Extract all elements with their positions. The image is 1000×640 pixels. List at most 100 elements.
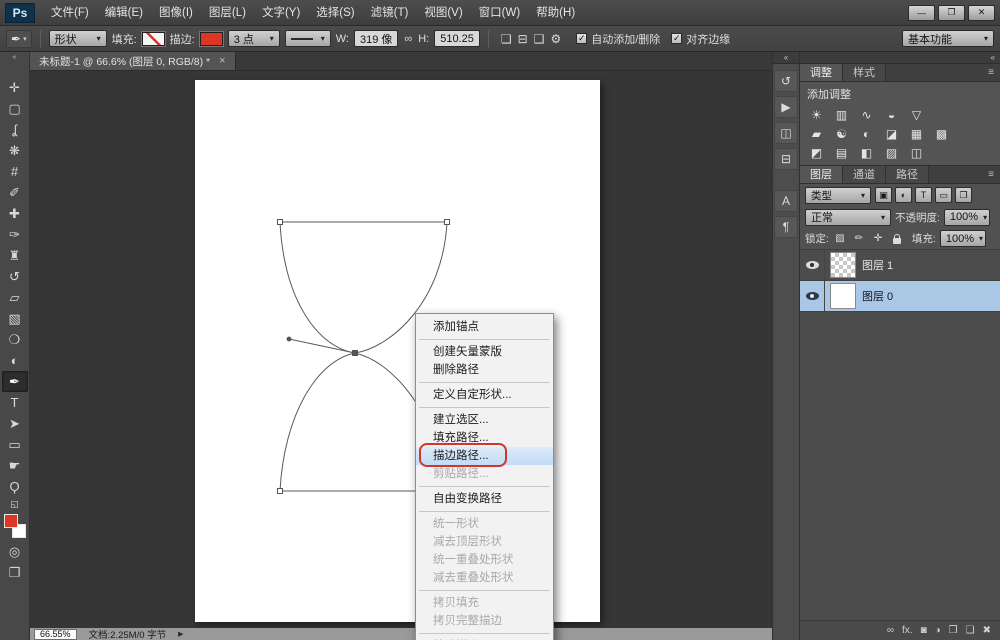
layer-thumbnail[interactable]: [830, 252, 856, 278]
tool-mode-select[interactable]: 形状: [49, 30, 107, 47]
path-arrangement-icon[interactable]: ❑: [534, 32, 545, 46]
menubar-item[interactable]: 图层(L): [201, 0, 254, 26]
lock-position-icon[interactable]: ✛: [871, 231, 885, 246]
layer-row[interactable]: 图层 0: [800, 281, 1000, 312]
hand-tool[interactable]: ☛: [2, 455, 28, 476]
geometry-options-icon[interactable]: ⚙: [550, 32, 561, 46]
character-panel-icon[interactable]: A: [774, 190, 798, 212]
quick-mask-button[interactable]: ◎: [2, 541, 28, 562]
adjustment-hue-saturation-icon[interactable]: ▰: [806, 125, 827, 142]
context-menu-item[interactable]: 填充路径...: [416, 429, 553, 447]
filter-adjustment-layers-icon[interactable]: ◐: [895, 187, 912, 203]
toolbar-collapse-button[interactable]: «: [13, 52, 17, 64]
tab-styles[interactable]: 样式: [843, 64, 886, 81]
paragraph-panel-icon[interactable]: ¶: [774, 216, 798, 238]
restore-button[interactable]: ❐: [938, 5, 965, 21]
info-panel-icon[interactable]: ◫: [774, 122, 798, 144]
adjustment-vibrance-icon[interactable]: ▽: [906, 106, 927, 123]
filter-pixel-layers-icon[interactable]: ▣: [875, 187, 892, 203]
pen-tool[interactable]: ✒: [2, 371, 28, 392]
adjustment-selective-color-icon[interactable]: ◫: [906, 144, 927, 161]
clone-stamp-tool[interactable]: ♜: [2, 245, 28, 266]
adjustment-threshold-icon[interactable]: ◧: [856, 144, 877, 161]
crop-tool[interactable]: #: [2, 161, 28, 182]
stroke-type-select[interactable]: [285, 30, 331, 47]
width-field[interactable]: 319 像: [354, 30, 398, 47]
context-menu-item[interactable]: 添加锚点: [416, 318, 553, 336]
menubar-item[interactable]: 视图(V): [416, 0, 470, 26]
dock-collapse-button[interactable]: «: [800, 52, 1000, 64]
canvas-area[interactable]: [30, 71, 772, 628]
adjustment-brightness-contrast-icon[interactable]: ☀: [806, 106, 827, 123]
adjustment-color-lookup-icon[interactable]: ▩: [931, 125, 952, 142]
delete-layer-icon[interactable]: ✖: [983, 625, 991, 636]
blend-mode-select[interactable]: 正常: [805, 209, 891, 226]
context-menu-item[interactable]: 删除路径: [416, 361, 553, 379]
new-group-icon[interactable]: ❒: [949, 625, 958, 636]
link-dimensions-icon[interactable]: ∞: [403, 33, 413, 45]
shape-tool[interactable]: ▭: [2, 434, 28, 455]
adjustment-gradient-map-icon[interactable]: ▨: [881, 144, 902, 161]
filter-smart-objects-icon[interactable]: ❒: [955, 187, 972, 203]
menubar-item[interactable]: 图像(I): [151, 0, 201, 26]
new-layer-icon[interactable]: ❏: [966, 625, 975, 636]
fill-color-swatch[interactable]: [142, 32, 165, 46]
workspace-select[interactable]: 基本功能: [902, 30, 994, 47]
healing-brush-tool[interactable]: ✚: [2, 203, 28, 224]
menubar-item[interactable]: 帮助(H): [528, 0, 583, 26]
quick-selection-tool[interactable]: ❋: [2, 140, 28, 161]
close-button[interactable]: ✕: [968, 5, 995, 21]
visibility-toggle[interactable]: [800, 250, 825, 280]
path-operations-icon[interactable]: ❏: [501, 32, 512, 46]
adjustment-color-balance-icon[interactable]: ☯: [831, 125, 852, 142]
menubar-item[interactable]: 文字(Y): [254, 0, 308, 26]
marquee-tool[interactable]: ▢: [2, 98, 28, 119]
visibility-toggle[interactable]: [800, 281, 825, 311]
auto-add-checkbox[interactable]: 自动添加/删除: [576, 31, 660, 47]
adjustment-black-white-icon[interactable]: ◐: [856, 125, 877, 142]
height-field[interactable]: 510.25: [434, 30, 480, 47]
menubar-item[interactable]: 滤镜(T): [363, 0, 417, 26]
opacity-select[interactable]: 100%: [944, 209, 990, 226]
dodge-tool[interactable]: ◐: [2, 350, 28, 371]
histogram-panel-icon[interactable]: ⊟: [774, 148, 798, 170]
tab-channels[interactable]: 通道: [843, 166, 886, 183]
adjustment-invert-icon[interactable]: ◩: [806, 144, 827, 161]
status-flyout-icon[interactable]: ▶: [178, 630, 183, 638]
blur-tool[interactable]: ❍: [2, 329, 28, 350]
link-layers-icon[interactable]: ∞: [887, 625, 894, 636]
eraser-tool[interactable]: ▱: [2, 287, 28, 308]
context-menu-item[interactable]: 自由变换路径: [416, 490, 553, 508]
eyedropper-tool[interactable]: ✐: [2, 182, 28, 203]
layer-filter-select[interactable]: 类型: [805, 187, 871, 204]
context-menu-item[interactable]: 建立选区...: [416, 411, 553, 429]
context-menu-item[interactable]: 描边路径...: [416, 447, 553, 465]
context-menu-item[interactable]: 创建矢量蒙版: [416, 343, 553, 361]
layer-row[interactable]: 图层 1: [800, 250, 1000, 281]
menubar-item[interactable]: 窗口(W): [471, 0, 529, 26]
document-tab[interactable]: 未标题-1 @ 66.6% (图层 0, RGB/8) * ×: [30, 52, 236, 70]
color-swatches[interactable]: [4, 514, 26, 538]
minimize-button[interactable]: —: [908, 5, 935, 21]
menubar-item[interactable]: 选择(S): [308, 0, 362, 26]
adjustment-posterize-icon[interactable]: ▤: [831, 144, 852, 161]
add-mask-icon[interactable]: ◙: [921, 625, 927, 636]
default-colors-icon[interactable]: ◱: [2, 497, 28, 511]
adjustment-photo-filter-icon[interactable]: ◪: [881, 125, 902, 142]
layer-thumbnail[interactable]: [830, 283, 856, 309]
move-tool[interactable]: ✛: [2, 77, 28, 98]
align-edges-checkbox[interactable]: 对齐边缘: [671, 31, 730, 47]
lock-pixels-icon[interactable]: ✏: [852, 231, 866, 246]
menubar-item[interactable]: 文件(F): [43, 0, 97, 26]
tab-adjustments[interactable]: 调整: [800, 64, 843, 81]
filter-type-layers-icon[interactable]: T: [915, 187, 932, 203]
history-panel-icon[interactable]: ↺: [774, 70, 798, 92]
filter-shape-layers-icon[interactable]: ▭: [935, 187, 952, 203]
panel-menu-icon[interactable]: ≡: [988, 166, 1000, 183]
brush-tool[interactable]: ✑: [2, 224, 28, 245]
lock-all-icon[interactable]: [890, 231, 904, 246]
context-menu-item[interactable]: 定义自定形状...: [416, 386, 553, 404]
tab-layers[interactable]: 图层: [800, 166, 843, 183]
zoom-tool[interactable]: Ϙ: [2, 476, 28, 497]
path-selection-tool[interactable]: ➤: [2, 413, 28, 434]
